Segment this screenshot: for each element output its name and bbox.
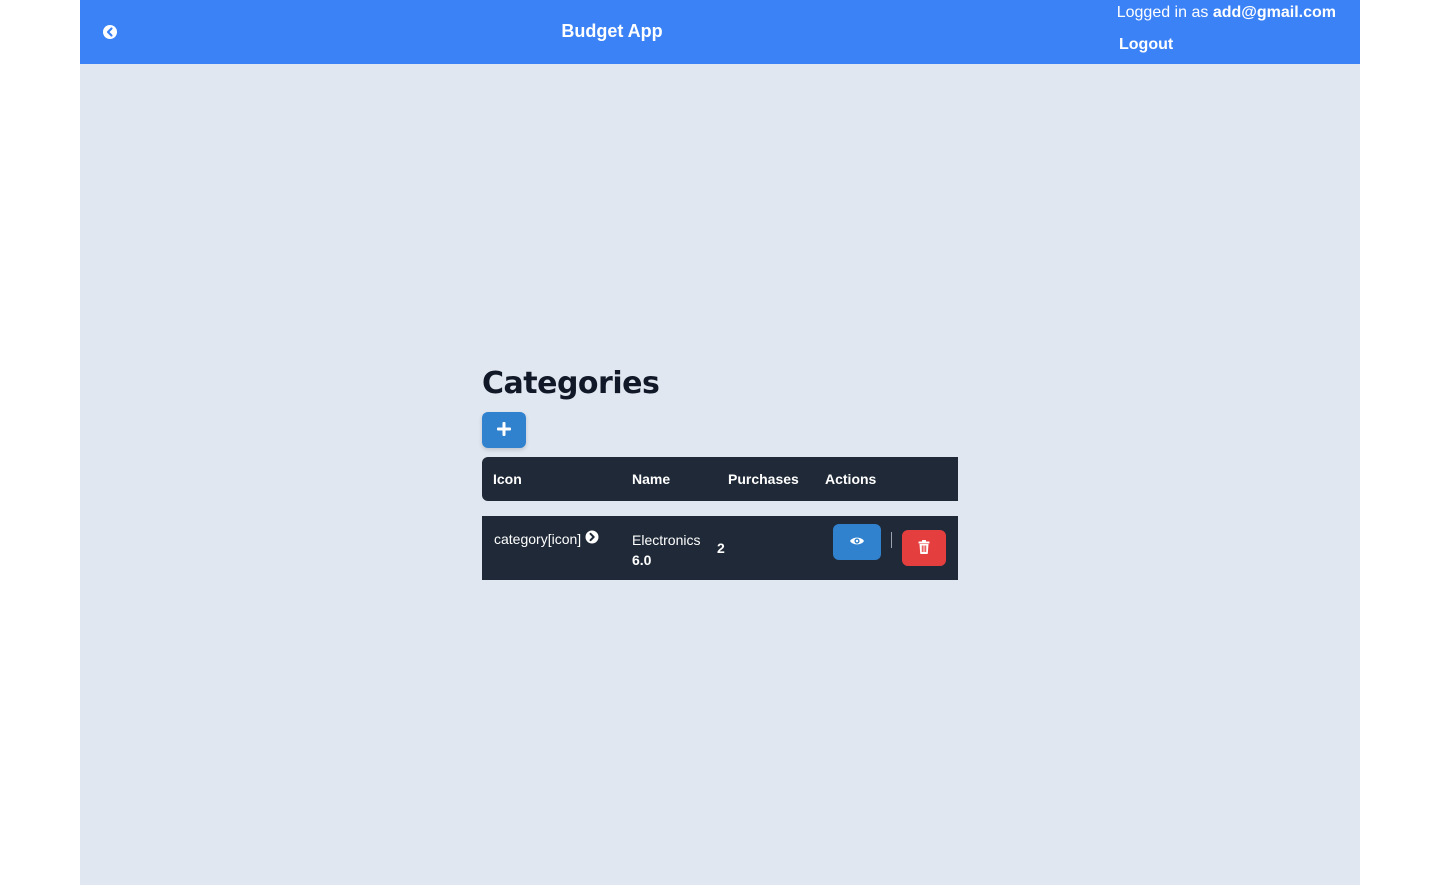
user-info: Logged in as add@gmail.com (1117, 4, 1336, 22)
category-purchases: 2 (717, 540, 725, 556)
page-title: Categories (482, 366, 660, 401)
category-icon-text: category[icon] (494, 530, 582, 547)
logout-link[interactable]: Logout (1119, 36, 1173, 54)
delete-category-button[interactable] (902, 530, 946, 566)
trash-icon (918, 539, 930, 557)
category-amount: 6.0 (632, 552, 652, 568)
logged-in-label: Logged in as (1116, 4, 1209, 21)
column-header-purchases: Purchases (728, 471, 799, 487)
table-row: category[icon] Electronics 6.0 2 (482, 516, 958, 580)
plus-icon (497, 421, 511, 439)
navbar: Budget App Logged in as add@gmail.com Lo… (80, 0, 1360, 64)
actions-divider (891, 532, 892, 548)
chevron-circle-right-icon (585, 530, 599, 547)
app-title: Budget App (561, 21, 663, 41)
app-container: Budget App Logged in as add@gmail.com Lo… (80, 0, 1360, 885)
column-header-icon: Icon (493, 471, 522, 487)
table-header: Icon Name Purchases Actions (482, 457, 958, 501)
categories-section: Categories Icon Name Purchases Actions c… (482, 365, 958, 580)
user-email: add@gmail.com (1212, 4, 1336, 21)
column-header-actions: Actions (825, 471, 877, 487)
eye-icon (849, 534, 865, 550)
add-category-button[interactable] (482, 412, 526, 448)
category-icon-cell[interactable]: category[icon] (494, 530, 599, 547)
column-header-name: Name (632, 471, 671, 487)
view-category-button[interactable] (833, 524, 881, 560)
category-name-cell: Electronics 6.0 (632, 530, 700, 570)
category-name: Electronics (632, 532, 701, 548)
